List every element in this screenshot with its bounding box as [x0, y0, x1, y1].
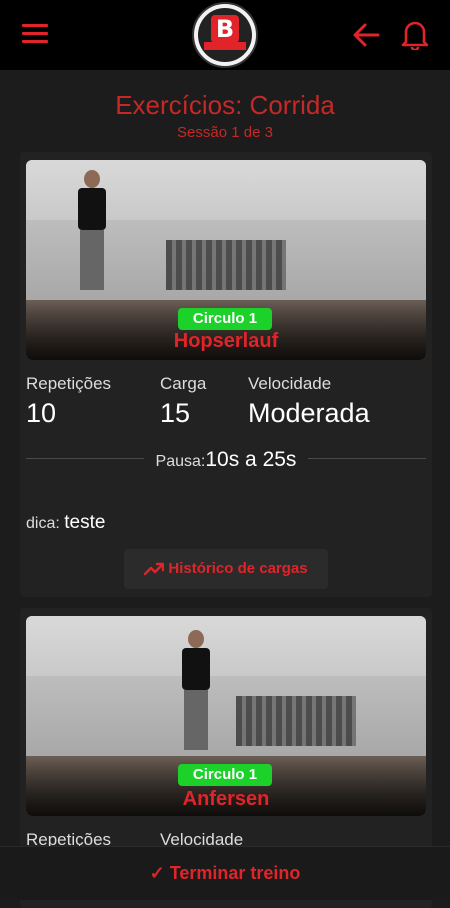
bottom-bar: ✓ Terminar treino	[0, 846, 450, 900]
pause-info: Pausa:10s a 25s	[20, 448, 432, 472]
brand-logo[interactable]: B	[192, 2, 258, 68]
top-app-bar: B	[0, 0, 450, 70]
speed-value: Moderada	[248, 398, 370, 428]
pause-label: Pausa:	[155, 453, 206, 470]
exercise-video[interactable]: Circulo 1 Hopserlauf	[26, 160, 426, 360]
page-title: Exercícios: Corrida	[115, 90, 335, 120]
exercise-name: Anfersen	[182, 788, 270, 810]
exercise-card: Circulo 1 Hopserlauf Repetições 10 Carga…	[20, 152, 432, 597]
arrow-left-icon[interactable]	[352, 22, 380, 48]
finish-workout-button[interactable]: ✓ Terminar treino	[0, 847, 450, 901]
hamburger-menu-icon[interactable]	[22, 24, 48, 46]
logo-letter: B	[211, 15, 239, 43]
load-value: 15	[160, 398, 191, 428]
tip-label: dica:	[26, 515, 60, 532]
bell-icon[interactable]	[400, 18, 430, 52]
circuit-badge: Circulo 1	[178, 764, 272, 786]
circuit-badge: Circulo 1	[178, 308, 272, 330]
exercise-video[interactable]: Circulo 1 Anfersen	[26, 616, 426, 816]
session-indicator: Sessão 1 de 3	[177, 124, 273, 141]
repetitions-value: 10	[26, 398, 57, 428]
tip-value: teste	[64, 512, 106, 533]
repetitions-label: Repetições	[26, 374, 112, 393]
load-label: Carga	[160, 374, 207, 393]
pause-value: 10s a 25s	[205, 448, 297, 471]
tip: dica: teste	[26, 512, 105, 534]
load-history-button[interactable]: Histórico de cargas	[124, 549, 328, 589]
load-history-label: Histórico de cargas	[168, 560, 308, 577]
exercise-name: Hopserlauf	[173, 330, 279, 352]
trending-up-icon	[144, 562, 165, 576]
speed-label: Velocidade	[248, 374, 332, 393]
